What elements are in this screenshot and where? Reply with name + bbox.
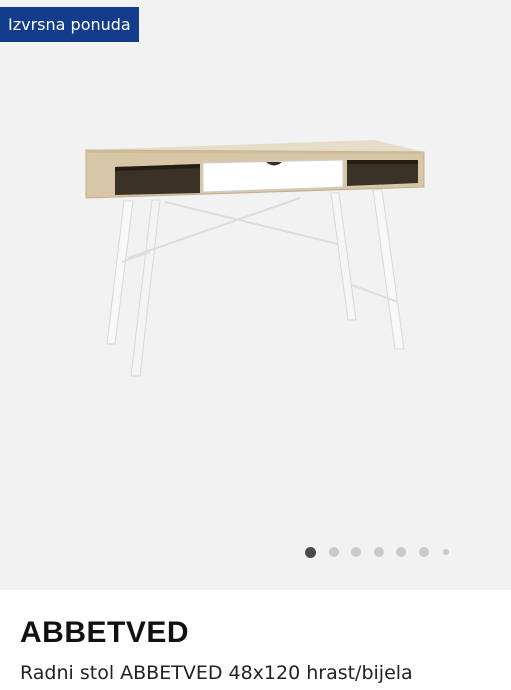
pagination-dot[interactable] — [351, 547, 361, 557]
product-image[interactable] — [0, 0, 511, 590]
pagination-dot[interactable] — [328, 547, 339, 557]
pagination-dot[interactable] — [373, 547, 384, 557]
product-image-gallery[interactable]: Izvrsna ponuda — [0, 0, 511, 590]
pagination-dot[interactable] — [396, 547, 406, 557]
product-description[interactable]: Radni stol ABBETVED 48x120 hrast/bijela — [20, 661, 500, 685]
pagination-dot[interactable] — [418, 547, 429, 557]
pagination-dot[interactable] — [305, 546, 316, 558]
product-info: ABBETVED Radni stol ABBETVED 48x120 hras… — [20, 614, 500, 685]
pagination-dot[interactable] — [443, 549, 449, 555]
product-title[interactable]: ABBETVED — [20, 614, 500, 652]
gallery-pagination — [305, 545, 462, 559]
